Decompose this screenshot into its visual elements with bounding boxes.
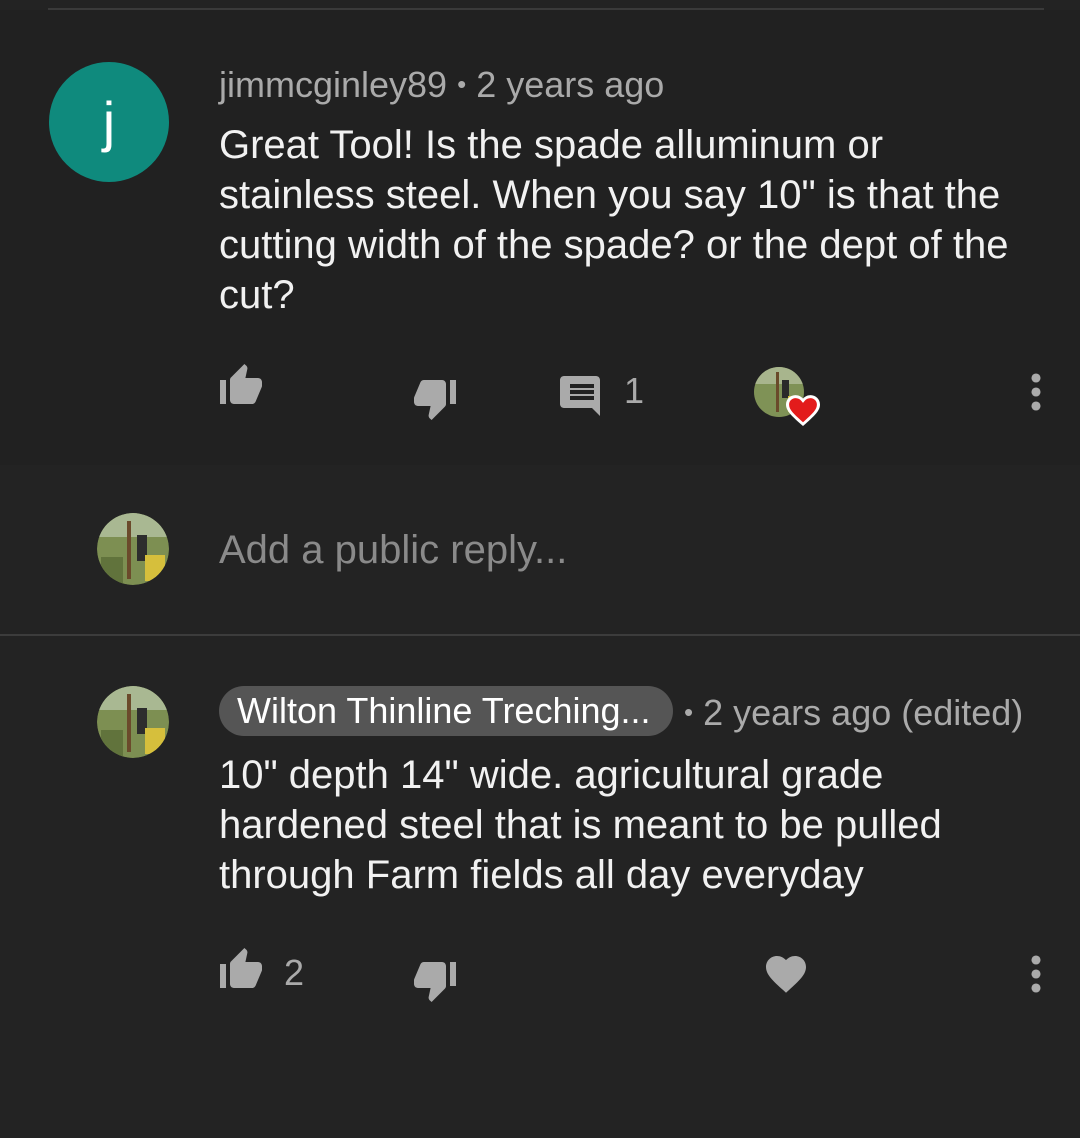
comment-meta: jimmcginley89 • 2 years ago <box>219 64 664 106</box>
heart-icon <box>786 395 820 426</box>
user-avatar[interactable] <box>97 513 169 585</box>
avatar[interactable]: j <box>49 62 169 182</box>
divider <box>0 634 1080 636</box>
reply-time: 2 years ago (edited) <box>703 692 1024 733</box>
thumb-up-icon[interactable] <box>218 946 266 994</box>
reply-input[interactable] <box>219 528 1019 573</box>
comment-text: Great Tool! Is the spade alluminum or st… <box>219 123 1009 317</box>
thumb-up-icon[interactable] <box>218 362 266 410</box>
comment-icon[interactable] <box>558 372 606 420</box>
more-vert-icon[interactable] <box>1026 953 1046 995</box>
like-count: 2 <box>284 952 305 993</box>
heart-icon[interactable] <box>762 950 810 998</box>
comment-time: 2 years ago <box>476 64 665 105</box>
more-vert-icon[interactable] <box>1026 371 1046 413</box>
reply-meta: • 2 years ago (edited) <box>684 692 1023 734</box>
meta-separator: • <box>457 69 467 99</box>
reply-count: 1 <box>624 370 645 411</box>
channel-name-chip[interactable]: Wilton Thinline Treching... <box>219 686 673 736</box>
thumb-down-icon[interactable] <box>412 956 460 1004</box>
thumb-down-icon[interactable] <box>412 374 460 422</box>
reply-text: 10" depth 14" wide. agricultural grade h… <box>219 753 942 897</box>
comment-author[interactable]: jimmcginley89 <box>219 64 447 105</box>
meta-separator: • <box>684 697 694 727</box>
creator-heart[interactable] <box>754 366 824 428</box>
channel-avatar[interactable] <box>97 686 169 758</box>
